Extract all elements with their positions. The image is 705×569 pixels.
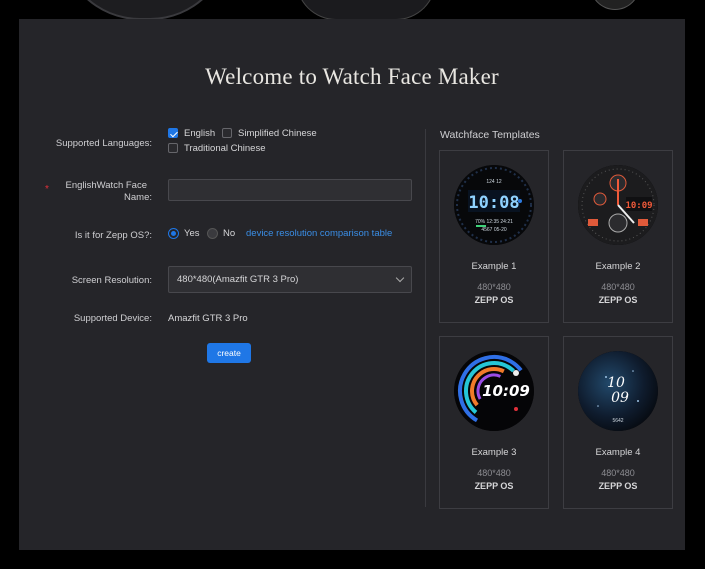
zepp-no-radio[interactable] — [207, 228, 218, 239]
template-resolution: 480*480 — [601, 468, 635, 478]
divider — [425, 129, 426, 507]
traditional-chinese-checkbox[interactable] — [168, 143, 178, 153]
supported-device-value: Amazfit GTR 3 Pro — [168, 313, 248, 324]
zepp-yes-radio[interactable] — [168, 228, 179, 239]
template-resolution: 480*480 — [601, 282, 635, 292]
template-card-example-2[interactable]: 10:09 Example 2 480*480 ZEPP OS — [563, 150, 673, 323]
watch-time-text: 10:09 — [482, 382, 530, 400]
template-os: ZEPP OS — [474, 481, 514, 491]
zepp-os-label: Is it for Zepp OS?: — [74, 230, 152, 241]
watch-time-text: 10:08 — [468, 193, 519, 213]
languages-label: Supported Languages: — [55, 138, 152, 149]
watch-face-name-input[interactable] — [168, 179, 412, 201]
template-name: Example 4 — [595, 447, 641, 458]
english-label[interactable]: English — [184, 128, 215, 139]
required-mark: * — [45, 184, 49, 195]
zepp-no-label[interactable]: No — [223, 228, 235, 239]
template-card-example-1[interactable]: 10:08 124 12 70% 12:35 24:21 4567 05-20 … — [439, 150, 549, 323]
template-os: ZEPP OS — [598, 295, 638, 305]
template-os: ZEPP OS — [598, 481, 638, 491]
screen-resolution-label: Screen Resolution: — [71, 275, 152, 286]
svg-text:5642: 5642 — [612, 418, 623, 424]
template-card-example-3[interactable]: 10:09 Example 3 480*480 ZEPP OS — [439, 336, 549, 509]
svg-text:70% 12:35 24:21: 70% 12:35 24:21 — [475, 219, 513, 225]
template-resolution: 480*480 — [477, 468, 511, 478]
supported-device-label: Supported Device: — [73, 313, 152, 324]
template-name: Example 3 — [471, 447, 517, 458]
background-watch-decoration — [590, 0, 640, 10]
resolution-comparison-link[interactable]: device resolution comparison table — [246, 228, 392, 239]
simplified-chinese-checkbox[interactable] — [222, 128, 232, 138]
watch-face-preview: 10:09 — [578, 165, 658, 245]
name-label-line1: EnglishWatch Face — [65, 180, 148, 191]
template-card-example-4[interactable]: 10 09 5642 Example 4 480*480 ZEPP OS — [563, 336, 673, 509]
watch-face-preview: 10:09 — [454, 351, 534, 431]
create-button[interactable]: create — [207, 343, 251, 363]
svg-text:124 12: 124 12 — [486, 179, 502, 185]
svg-text:4567 05-20: 4567 05-20 — [481, 227, 507, 233]
svg-text:09: 09 — [611, 390, 629, 406]
english-checkbox[interactable] — [168, 128, 178, 138]
simplified-chinese-label[interactable]: Simplified Chinese — [238, 128, 317, 139]
watch-face-maker-panel: Welcome to Watch Face Maker Supported La… — [19, 19, 685, 550]
background-watch-decoration — [60, 0, 230, 20]
watch-face-preview: 10:08 124 12 70% 12:35 24:21 4567 05-20 — [454, 165, 534, 245]
traditional-chinese-label[interactable]: Traditional Chinese — [184, 143, 266, 154]
name-label-line2: Name: — [124, 192, 152, 203]
svg-text:10: 10 — [607, 375, 625, 391]
template-resolution: 480*480 — [477, 282, 511, 292]
watch-time-text: 10:09 — [625, 201, 652, 211]
screen-resolution-select[interactable]: 480*480(Amazfit GTR 3 Pro) — [168, 266, 412, 293]
page-title: Welcome to Watch Face Maker — [205, 64, 499, 89]
template-name: Example 1 — [471, 261, 517, 272]
chevron-down-icon — [395, 273, 405, 283]
templates-heading: Watchface Templates — [440, 129, 540, 141]
template-name: Example 2 — [595, 261, 641, 272]
background-watch-decoration — [296, 0, 436, 20]
watch-face-preview: 10 09 5642 — [578, 351, 658, 431]
template-os: ZEPP OS — [474, 295, 514, 305]
zepp-yes-label[interactable]: Yes — [184, 228, 200, 239]
screen-resolution-value: 480*480(Amazfit GTR 3 Pro) — [177, 274, 299, 285]
